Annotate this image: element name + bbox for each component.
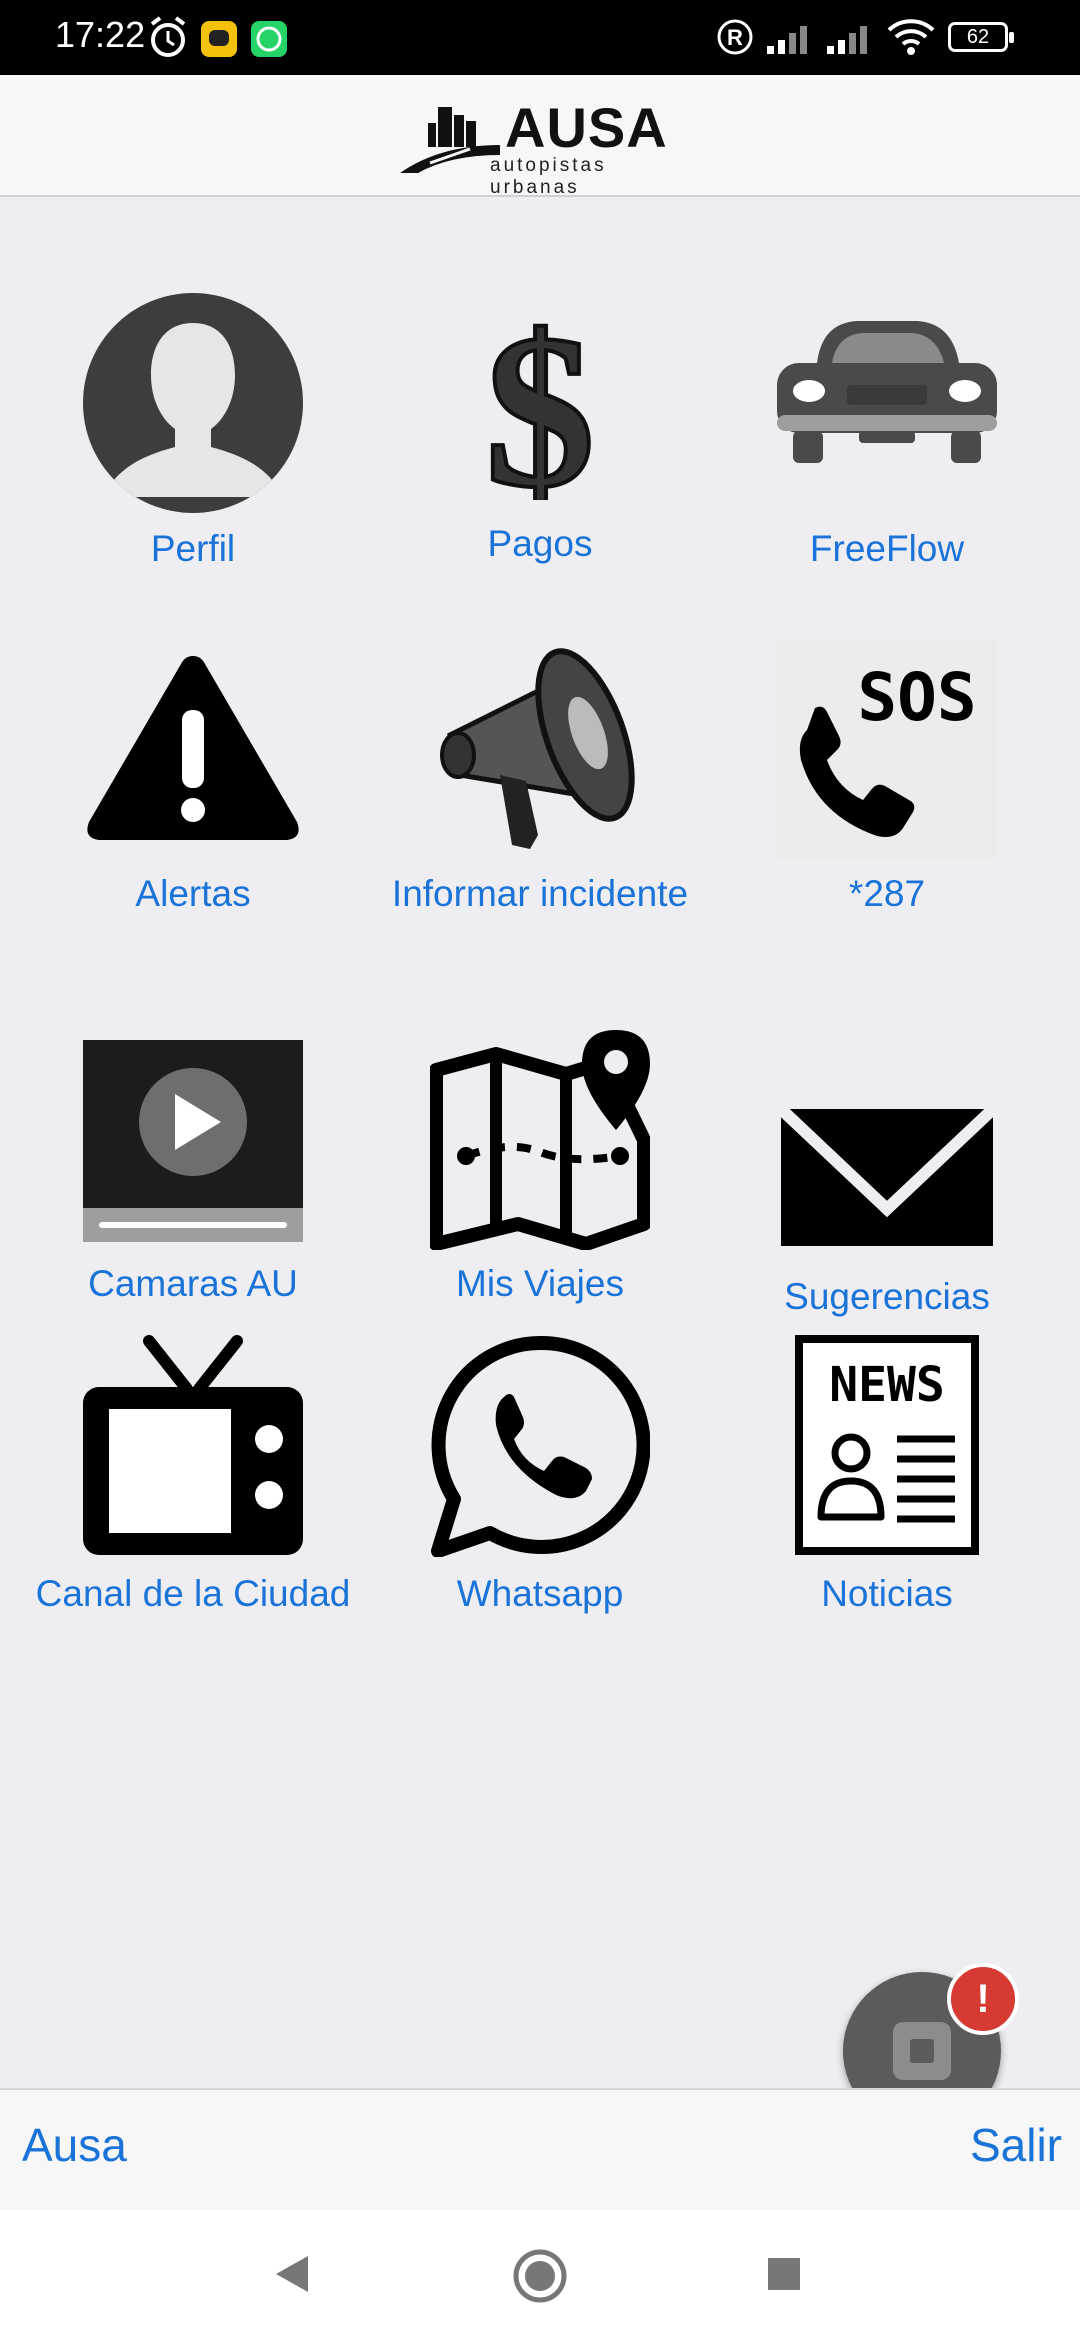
salir-link[interactable]: Salir bbox=[970, 2118, 1062, 2172]
video-icon bbox=[83, 1040, 303, 1242]
app-header: AUSA autopistas urbanas bbox=[0, 75, 1080, 198]
ausa-logo[interactable]: AUSA autopistas urbanas bbox=[400, 93, 690, 198]
menu-label-perfil: Perfil bbox=[150, 528, 236, 569]
signal-icon bbox=[827, 26, 867, 54]
dollar-icon: $ bbox=[483, 287, 597, 535]
signal-icon bbox=[767, 26, 807, 54]
menu-item-camaras-au[interactable]: Camaras AU bbox=[28, 1030, 358, 1330]
svg-text:$: $ bbox=[485, 300, 595, 500]
registered-icon: R bbox=[717, 19, 753, 55]
home-icon[interactable] bbox=[512, 2248, 568, 2304]
map-icon bbox=[429, 1030, 651, 1251]
status-time: 17:22 bbox=[55, 14, 146, 55]
warning-icon bbox=[87, 656, 299, 840]
svg-text:NEWS: NEWS bbox=[829, 1357, 945, 1413]
menu-label-whatsapp: Whatsapp bbox=[456, 1573, 624, 1614]
stop-icon bbox=[893, 2022, 951, 2080]
menu-item-sugerencias[interactable]: Sugerencias bbox=[722, 1030, 1052, 1340]
menu-item-whatsapp[interactable]: Whatsapp bbox=[375, 1335, 705, 1635]
menu-item-informar-incidente[interactable]: Informar incidente bbox=[375, 635, 705, 975]
menu-label-alertas: Alertas bbox=[135, 873, 251, 914]
alert-badge: ! bbox=[947, 1963, 1019, 2035]
menu-label-pagos: Pagos bbox=[487, 523, 593, 564]
svg-text:SOS: SOS bbox=[857, 659, 976, 736]
whatsapp-notification-icon bbox=[251, 21, 287, 57]
news-icon: NEWS bbox=[795, 1335, 979, 1555]
sos-phone-icon: SOS bbox=[777, 640, 997, 860]
menu-item-perfil[interactable]: Perfil bbox=[28, 290, 358, 590]
back-icon[interactable] bbox=[272, 2252, 312, 2296]
menu-label-mis-viajes: Mis Viajes bbox=[456, 1263, 624, 1304]
menu-item-287[interactable]: SOS *287 bbox=[722, 635, 1052, 975]
whatsapp-icon bbox=[431, 1335, 651, 1558]
logo-title: AUSA bbox=[505, 96, 668, 159]
menu-item-mis-viajes[interactable]: Mis Viajes bbox=[375, 1030, 705, 1330]
tv-icon bbox=[83, 1335, 303, 1555]
wifi-icon bbox=[887, 19, 935, 55]
battery-level: 62 bbox=[966, 26, 990, 48]
alarm-icon bbox=[150, 16, 186, 57]
menu-item-canal-de-la-ciudad[interactable]: Canal de la Ciudad bbox=[28, 1335, 358, 1675]
menu-item-alertas[interactable]: Alertas bbox=[28, 635, 358, 975]
menu-label-freeflow: FreeFlow bbox=[809, 528, 965, 569]
menu-label-informar-incidente: Informar incidente bbox=[391, 873, 689, 914]
system-navigation-bar bbox=[0, 2210, 1080, 2340]
mail-icon bbox=[776, 1104, 998, 1246]
menu-item-freeflow[interactable]: FreeFlow bbox=[722, 290, 1052, 590]
status-bar: 17:22 R 62 bbox=[0, 0, 1080, 75]
profile-icon bbox=[83, 293, 303, 513]
menu-item-pagos[interactable]: $ Pagos bbox=[375, 287, 705, 590]
car-icon bbox=[777, 321, 997, 463]
menu-label-camaras-au: Camaras AU bbox=[88, 1263, 298, 1304]
bottom-toolbar: Ausa Salir bbox=[0, 2088, 1080, 2212]
recents-icon[interactable] bbox=[766, 2256, 802, 2292]
menu-label-sugerencias: Sugerencias bbox=[784, 1276, 990, 1317]
ausa-link[interactable]: Ausa bbox=[22, 2118, 127, 2172]
logo-subtitle: autopistas urbanas bbox=[490, 155, 607, 198]
menu-item-noticias[interactable]: NEWS Noticias bbox=[722, 1335, 1052, 1635]
megaphone-icon bbox=[440, 648, 635, 849]
app-notification-icon bbox=[201, 21, 237, 57]
menu-label-287: *287 bbox=[848, 873, 926, 914]
menu-label-canal-de-la-ciudad: Canal de la Ciudad bbox=[35, 1573, 351, 1614]
menu-label-noticias: Noticias bbox=[821, 1573, 953, 1614]
battery-icon: 62 bbox=[948, 22, 1014, 52]
svg-text:R: R bbox=[727, 25, 743, 50]
